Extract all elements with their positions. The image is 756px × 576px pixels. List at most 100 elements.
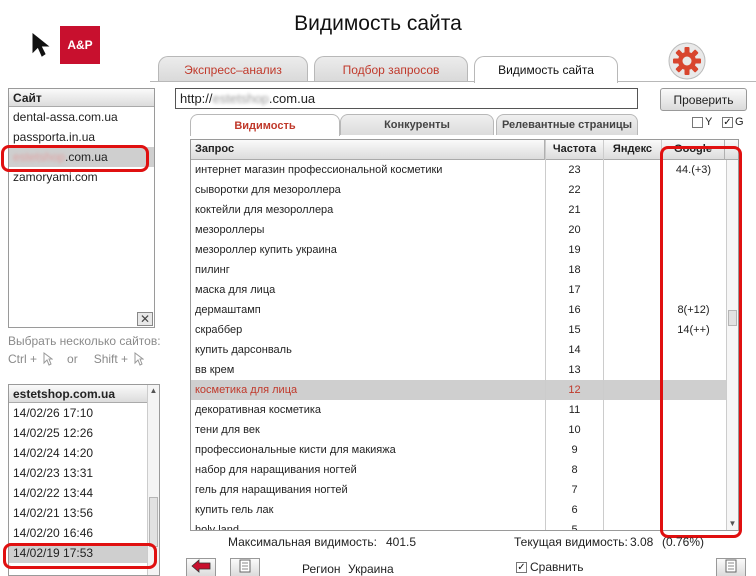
site-item[interactable]: passporta.in.ua (9, 127, 154, 147)
table-row[interactable]: сыворотки для мезороллера 22 (191, 180, 738, 200)
region-value[interactable]: Украина (348, 562, 394, 576)
document-icon[interactable] (230, 558, 260, 576)
tabs-divider (150, 81, 756, 82)
col-frequency[interactable]: Частота (545, 140, 604, 160)
table-row[interactable]: интернет магазин профессиональной космет… (191, 160, 738, 180)
tab-visibility[interactable]: Видимость (190, 114, 340, 136)
table-row[interactable]: маска для лица 17 (191, 280, 738, 300)
google-cell (662, 200, 725, 220)
table-scrollbar[interactable]: ▼ (726, 160, 738, 530)
visibility-table: Запрос Частота Яндекс Google интернет ма… (190, 139, 739, 531)
snapshot-item[interactable]: 14/02/26 17:10 (9, 403, 159, 423)
table-row[interactable]: коктейли для мезороллера 21 (191, 200, 738, 220)
back-arrow-icon[interactable] (186, 558, 216, 576)
table-row-selected[interactable]: косметика для лица 12 (191, 380, 738, 400)
url-blurred: estetshop (212, 91, 269, 106)
google-cell (662, 360, 725, 380)
cursor-icon (43, 352, 54, 366)
yandex-cell (604, 400, 662, 420)
snapshot-item[interactable]: 14/02/25 12:26 (9, 423, 159, 443)
table-row[interactable]: тени для век 10 (191, 420, 738, 440)
google-checkbox[interactable]: ✓ G (722, 116, 744, 128)
col-google[interactable]: Google (662, 140, 725, 160)
google-cell (662, 480, 725, 500)
frequency-cell: 17 (545, 280, 604, 300)
document-icon[interactable] (716, 558, 746, 576)
close-icon[interactable]: ✕ (137, 312, 153, 326)
snapshots-scrollbar[interactable]: ▲ (147, 385, 159, 575)
google-cell (662, 520, 725, 530)
yandex-cell (604, 260, 662, 280)
scroll-up-icon[interactable]: ▲ (148, 385, 159, 397)
query-cell: скраббер (195, 324, 243, 336)
table-row[interactable]: набор для наращивания ногтей 8 (191, 460, 738, 480)
query-cell: профессиональные кисти для макияжа (195, 444, 396, 456)
table-row[interactable]: мезороллеры 20 (191, 220, 738, 240)
query-cell: holy land (195, 524, 240, 531)
col-query[interactable]: Запрос (191, 140, 545, 160)
table-row[interactable]: скраббер 15 14(++) (191, 320, 738, 340)
frequency-cell: 5 (545, 520, 604, 530)
tab-site-visibility[interactable]: Видимость сайта (474, 56, 618, 83)
max-visibility-value: 401.5 (386, 535, 417, 549)
tab-query-selection[interactable]: Подбор запросов (314, 56, 468, 82)
table-row[interactable]: дермаштамп 16 8(+12) (191, 300, 738, 320)
tab-express-analysis[interactable]: Экспресс–анализ (158, 56, 308, 82)
frequency-cell: 23 (545, 160, 604, 180)
snapshot-item[interactable]: 14/02/21 13:56 (9, 503, 159, 523)
current-visibility-label: Текущая видимость: (514, 535, 628, 549)
query-cell: дермаштамп (195, 304, 261, 316)
table-row[interactable]: мезороллер купить украина 19 (191, 240, 738, 260)
current-visibility-percent: (0.76%) (662, 535, 705, 549)
yandex-cell (604, 300, 662, 320)
yandex-checkbox-label: Y (705, 116, 713, 128)
scroll-thumb[interactable] (149, 497, 158, 547)
google-cell (662, 280, 725, 300)
table-row[interactable]: пилинг 18 (191, 260, 738, 280)
snapshot-item[interactable]: 14/02/24 14:20 (9, 443, 159, 463)
yandex-cell (604, 340, 662, 360)
query-cell: купить дарсонваль (195, 344, 292, 356)
or-hint: or (67, 352, 78, 366)
table-row[interactable]: гель для наращивания ногтей 7 (191, 480, 738, 500)
site-item-selected[interactable]: estetshop.com.ua (9, 147, 154, 167)
google-cell (662, 440, 725, 460)
ctrl-hint: Ctrl + (8, 352, 38, 366)
gear-icon[interactable] (668, 42, 706, 80)
snapshot-item[interactable]: 14/02/23 13:31 (9, 463, 159, 483)
tab-competitors[interactable]: Конкуренты (340, 114, 494, 135)
yandex-cell (604, 200, 662, 220)
max-visibility-label: Максимальная видимость: (228, 535, 377, 549)
scroll-thumb[interactable] (728, 310, 737, 326)
shift-hint: Shift + (93, 352, 129, 366)
snapshot-item[interactable]: 14/02/22 13:44 (9, 483, 159, 503)
table-row[interactable]: вв крем 13 (191, 360, 738, 380)
frequency-cell: 7 (545, 480, 604, 500)
table-row[interactable]: купить дарсонваль 14 (191, 340, 738, 360)
sites-header: Сайт (9, 89, 154, 107)
query-cell: сыворотки для мезороллера (195, 184, 341, 196)
table-row[interactable]: декоративная косметика 11 (191, 400, 738, 420)
tab-relevant-pages[interactable]: Релевантные страницы (496, 114, 638, 135)
site-item[interactable]: zamoryami.com (9, 167, 154, 187)
col-yandex[interactable]: Яндекс (604, 140, 662, 160)
scroll-down-icon[interactable]: ▼ (727, 518, 738, 530)
table-row[interactable]: купить гель лак 6 (191, 500, 738, 520)
snapshot-item-selected[interactable]: 14/02/19 17:53 (9, 543, 159, 563)
table-row[interactable]: профессиональные кисти для макияжа 9 (191, 440, 738, 460)
yandex-cell (604, 420, 662, 440)
checkbox-box[interactable]: ✓ (516, 561, 527, 573)
frequency-cell: 21 (545, 200, 604, 220)
yandex-checkbox[interactable]: Y (692, 116, 712, 128)
url-prefix: http:// (180, 91, 213, 106)
google-checkbox-label: G (735, 116, 744, 128)
snapshot-item[interactable]: 14/02/20 16:46 (9, 523, 159, 543)
checkbox-box[interactable] (692, 116, 703, 128)
checkbox-box[interactable]: ✓ (722, 116, 733, 128)
google-cell: 8(+12) (677, 304, 710, 316)
compare-checkbox[interactable]: ✓ Сравнить (516, 560, 583, 574)
site-item[interactable]: dental-assa.com.ua (9, 107, 154, 127)
check-button[interactable]: Проверить (660, 88, 747, 111)
table-row[interactable]: holy land 5 (191, 520, 738, 531)
url-input[interactable]: http://estetshop.com.ua (175, 88, 638, 109)
